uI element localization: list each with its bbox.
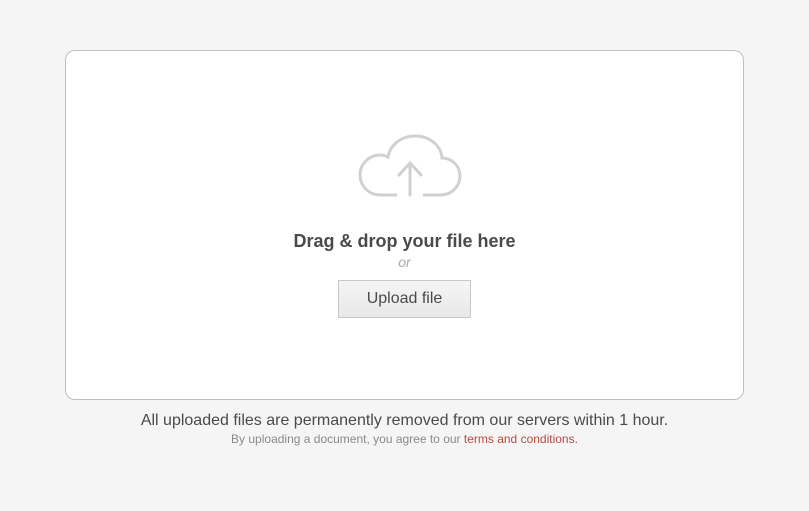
agreement-text: By uploading a document, you agree to ou… <box>65 432 744 446</box>
upload-file-button[interactable]: Upload file <box>338 280 472 318</box>
cloud-upload-icon <box>345 133 465 213</box>
terms-and-conditions-link[interactable]: terms and conditions <box>464 432 575 446</box>
agreement-suffix: . <box>575 432 578 446</box>
file-dropzone[interactable]: Drag & drop your file here or Upload fil… <box>65 50 744 400</box>
agreement-prefix: By uploading a document, you agree to ou… <box>231 432 464 446</box>
footer: All uploaded files are permanently remov… <box>65 412 744 446</box>
retention-notice: All uploaded files are permanently remov… <box>65 412 744 430</box>
upload-container: Drag & drop your file here or Upload fil… <box>0 0 809 466</box>
dropzone-or-text: or <box>398 254 410 270</box>
dropzone-heading: Drag & drop your file here <box>293 231 515 252</box>
